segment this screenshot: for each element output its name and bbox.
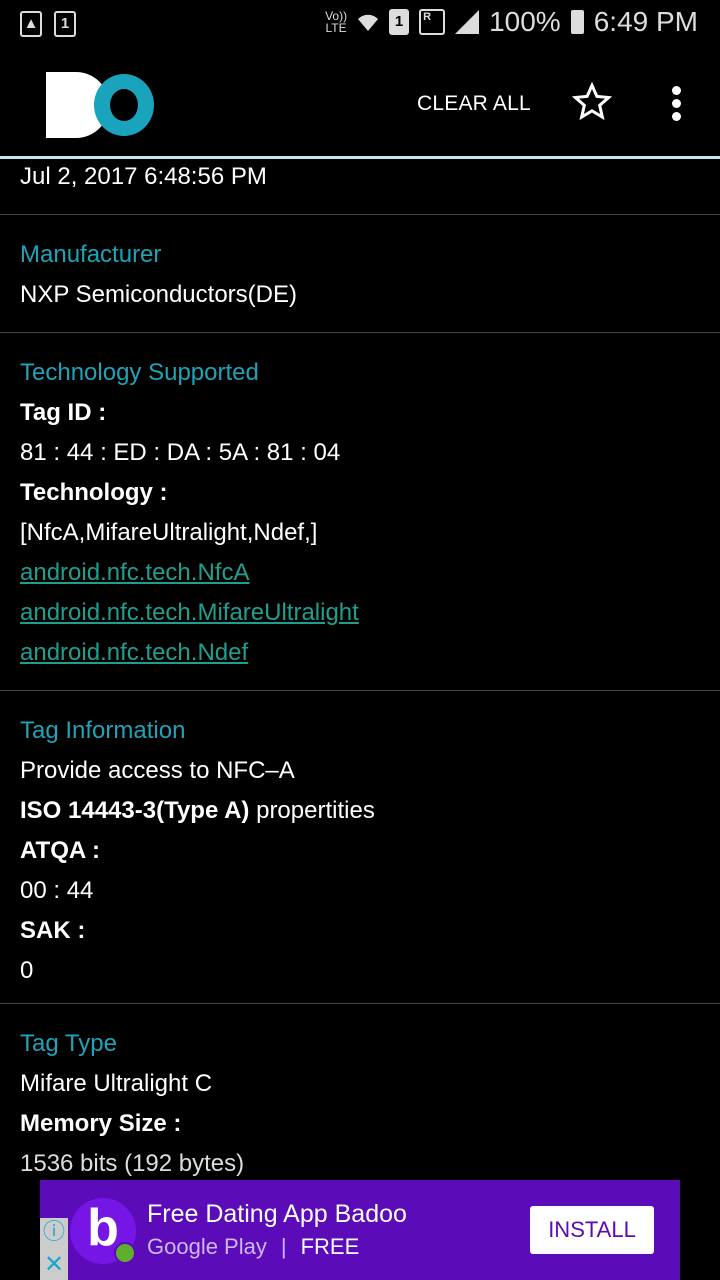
iso-suffix: propertities (249, 797, 375, 824)
memory-size-value: 1536 bits (192 bytes) (20, 1150, 245, 1177)
tech-link-ndef[interactable]: android.nfc.tech.Ndef (20, 633, 700, 673)
sak-label: SAK : (20, 917, 86, 944)
clear-all-button[interactable]: CLEAR ALL (417, 92, 531, 116)
manufacturer-section: Manufacturer NXP Semiconductors(DE) (0, 215, 720, 333)
tag-details[interactable]: Jul 2, 2017 6:48:56 PM Manufacturer NXP … (0, 157, 720, 1201)
roaming-icon: R (419, 9, 446, 35)
iso-line: ISO 14443-3(Type A) propertities (20, 791, 700, 831)
close-icon[interactable]: ✕ (42, 1252, 66, 1278)
gallery-icon: ▲ (20, 11, 42, 37)
signal-icon (455, 10, 480, 34)
install-button[interactable]: INSTALL (530, 1206, 654, 1254)
ad-title[interactable]: Free Dating App Badoo (147, 1200, 407, 1229)
tag-info-line: Provide access to NFC–A (20, 757, 295, 784)
price-label: FREE (300, 1234, 360, 1259)
thumbs-up-icon (114, 1242, 136, 1264)
tag-type-section: Tag Type Mifare Ultralight C Memory Size… (0, 1004, 720, 1201)
more-vert-icon[interactable] (670, 86, 682, 125)
separator: | (280, 1234, 287, 1259)
status-bar: ▲ 1 Vo)) LTE 1 R 100% 6:49 PM (0, 0, 720, 50)
calendar-icon: 1 (54, 11, 76, 37)
section-title: Tag Type (20, 1030, 117, 1057)
tech-link-mifare-ultralight[interactable]: android.nfc.tech.MifareUltralight (20, 593, 700, 633)
section-title: Technology Supported (20, 359, 259, 386)
wifi-icon (358, 14, 379, 31)
scan-date: Jul 2, 2017 6:48:56 PM (20, 163, 267, 190)
tag-information-section: Tag Information Provide access to NFC–A … (0, 691, 720, 1004)
ad-subtitle: Google Play | FREE (147, 1234, 359, 1260)
technology-list: [NfcA,MifareUltralight,Ndef,] (20, 519, 318, 546)
date-section: Jul 2, 2017 6:48:56 PM (0, 157, 720, 215)
section-title: Manufacturer (20, 241, 162, 268)
iso-standard: ISO 14443-3(Type A) (20, 797, 250, 824)
tech-link-nfca[interactable]: android.nfc.tech.NfcA (20, 553, 700, 593)
battery-icon (570, 10, 584, 34)
ad-banner[interactable]: ⓘ ✕ b Free Dating App Badoo Google Play … (40, 1180, 680, 1280)
app-bar: CLEAR ALL (0, 50, 720, 156)
technology-label: Technology : (20, 479, 168, 506)
tag-type-value: Mifare Ultralight C (20, 1070, 213, 1097)
clock: 6:49 PM (593, 6, 698, 37)
atqa-label: ATQA : (20, 837, 100, 864)
tag-id-value: 81 : 44 : ED : DA : 5A : 81 : 04 (20, 439, 341, 466)
battery-percent: 100% (489, 6, 561, 37)
star-outline-icon[interactable] (572, 82, 612, 122)
google-play-label: Google Play (147, 1234, 267, 1259)
info-icon[interactable]: ⓘ (42, 1220, 66, 1244)
app-logo (46, 72, 154, 138)
sim-icon: 1 (389, 9, 410, 35)
section-title: Tag Information (20, 717, 186, 744)
memory-size-label: Memory Size : (20, 1110, 182, 1137)
tag-id-label: Tag ID : (20, 399, 107, 426)
technology-section: Technology Supported Tag ID : 81 : 44 : … (0, 333, 720, 691)
sak-value: 0 (20, 957, 34, 984)
volte-icon: Vo)) LTE (325, 10, 347, 34)
manufacturer-value: NXP Semiconductors(DE) (20, 281, 297, 308)
lte-label: LTE (325, 21, 347, 35)
atqa-value: 00 : 44 (20, 877, 94, 904)
